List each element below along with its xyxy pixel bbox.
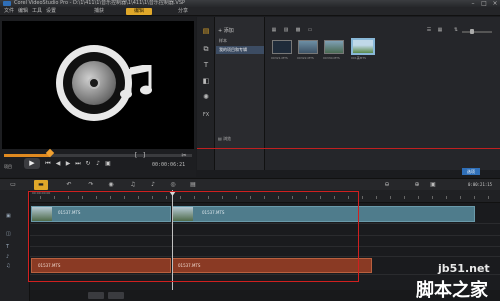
ruler-tick [474, 196, 475, 199]
close-button[interactable]: × [490, 0, 500, 7]
add-folder-button[interactable]: + 添加 [218, 27, 234, 34]
tab-share[interactable]: 分享 [170, 8, 196, 15]
fit-icon[interactable]: ▣ [428, 180, 438, 190]
library-thumbnail[interactable] [272, 40, 292, 54]
thumbnail-zoom-slider[interactable] [462, 31, 492, 33]
preview-screen [2, 21, 194, 149]
view-photo-icon[interactable]: ▨ [282, 27, 290, 33]
library-thumbnail[interactable] [324, 40, 344, 54]
overlay-track-icon[interactable]: ◫ [6, 230, 20, 238]
ruler-tick [418, 196, 419, 199]
browse-label: 浏览 [223, 136, 232, 141]
menu-bar: 文件 编辑 工具 设置 捕获 编辑 分享 [0, 7, 500, 16]
scroll-thumb[interactable] [88, 292, 104, 299]
storyboard-view-icon[interactable]: ▭ [8, 180, 18, 190]
timecode-display[interactable]: 00:00:06:21 [152, 162, 185, 168]
video-track-icon[interactable]: ▣ [6, 212, 20, 220]
media-icon[interactable]: ▤ [199, 25, 213, 38]
voice-track-icon[interactable]: ♪ [6, 253, 20, 261]
fx-icon[interactable]: FX [199, 109, 213, 122]
thumbnail-label: 00322.MTS [297, 56, 314, 60]
ruler-tick [404, 196, 405, 199]
add-folder-label: 添加 [223, 28, 234, 34]
ruler-tick [432, 196, 433, 199]
ruler-tick [460, 196, 461, 199]
sort-icon[interactable]: ⇅ [452, 27, 460, 33]
music-note-icon [120, 65, 152, 99]
watermark-brand: 脚本之家 [416, 280, 488, 301]
redo-icon[interactable]: ↷ [86, 180, 96, 190]
step-forward-icon[interactable]: ▶ [64, 160, 72, 168]
thumb-view-icon[interactable]: ▦ [436, 27, 444, 33]
record-icon[interactable]: ◉ [106, 180, 116, 190]
view-audio-icon[interactable]: ▩ [294, 27, 302, 33]
zoom-slider-knob[interactable] [470, 29, 474, 34]
folder-my-projects[interactable]: 我的项目和专辑 [216, 46, 264, 54]
mark-out-icon[interactable]: ] [140, 152, 148, 160]
ruler-tick [488, 196, 489, 199]
ruler-tick [362, 196, 363, 199]
step-back-icon[interactable]: ◀ [54, 160, 62, 168]
zoom-out-icon[interactable]: ⊖ [382, 180, 392, 190]
filter-icon[interactable]: ✺ [199, 91, 213, 104]
timeline-view-icon[interactable]: ▬ [34, 180, 48, 190]
preview-controls: 项目 ▶ ⏮ ◀ ▶ ⏭ ↻ ♪ ▣ [ ] ✂ 00:00:06:21 [2, 152, 196, 177]
zoom-in-icon[interactable]: ⊕ [412, 180, 422, 190]
mixer-icon[interactable]: ♫ [128, 180, 138, 190]
home-icon[interactable]: ⏮ [44, 160, 52, 168]
browse-button[interactable]: ▤ 浏览 [218, 136, 231, 142]
menu-tools[interactable]: 工具 [32, 7, 42, 16]
folder-samples[interactable]: 样本 [216, 37, 264, 45]
watermark-url: jb51.net [438, 262, 490, 275]
tab-edit[interactable]: 编辑 [126, 8, 152, 15]
graphic-icon[interactable]: ◧ [199, 75, 213, 88]
thumbnail-label: 00330.MTS [323, 56, 340, 60]
project-duration: 0:00:21:15 [468, 182, 493, 187]
scrubber-progress [4, 154, 50, 157]
undo-icon[interactable]: ↶ [64, 180, 74, 190]
ruler-tick [446, 196, 447, 199]
scroll-thumb[interactable] [108, 292, 124, 299]
app-logo-icon [3, 1, 11, 6]
subtitle-icon[interactable]: ▤ [188, 180, 198, 190]
mark-in-icon[interactable]: [ [132, 152, 140, 160]
end-icon[interactable]: ⏭ [74, 160, 82, 168]
split-icon[interactable]: ✂ [180, 152, 188, 160]
music-track-icon[interactable]: ♫ [6, 262, 20, 270]
view-folder-icon[interactable]: ▭ [306, 27, 314, 33]
minimize-button[interactable]: – [468, 0, 478, 7]
play-button[interactable]: ▶ [24, 158, 40, 169]
track-headers: ▣ ◫ T ♪ ♫ [0, 190, 30, 301]
highlight-line [197, 148, 500, 149]
options-button[interactable]: 选项 [462, 168, 480, 175]
menu-settings[interactable]: 设置 [46, 7, 56, 16]
auto-music-icon[interactable]: ♪ [148, 180, 158, 190]
list-view-icon[interactable]: ☰ [425, 27, 433, 33]
highlight-box [28, 191, 359, 282]
tab-capture[interactable]: 捕获 [86, 8, 112, 15]
volume-icon[interactable]: ♪ [94, 160, 102, 168]
speaker-center [88, 77, 100, 89]
repeat-icon[interactable]: ↻ [84, 160, 92, 168]
menu-edit[interactable]: 编辑 [18, 7, 28, 16]
maximize-button[interactable]: □ [479, 0, 489, 7]
transition-icon[interactable]: ⧉ [199, 43, 213, 56]
motion-track-icon[interactable]: ◎ [168, 180, 178, 190]
window-title: Corel VideoStudio Pro - D:\1\411\1\音乐控制器… [14, 0, 186, 6]
library-thumbnail-selected[interactable] [351, 38, 375, 55]
ruler-tick [376, 196, 377, 199]
ruler-tick [390, 196, 391, 199]
thumbnail-label: 001美MTS [351, 56, 367, 60]
thumbnail-label: 00321.MTS [271, 56, 288, 60]
library-thumbnail[interactable] [298, 40, 318, 54]
timeline-toolbar: ▭ ▬ ↶ ↷ ◉ ♫ ♪ ◎ ▤ ⊖ ⊕ ▣ 0:00:21:15 [0, 178, 500, 190]
title-track-icon[interactable]: T [6, 243, 20, 251]
view-video-icon[interactable]: ▦ [270, 27, 278, 33]
title-icon[interactable]: T [199, 59, 213, 72]
project-mode-label[interactable]: 项目 [4, 164, 12, 170]
menu-file[interactable]: 文件 [4, 7, 14, 16]
hd-icon[interactable]: ▣ [104, 160, 112, 168]
